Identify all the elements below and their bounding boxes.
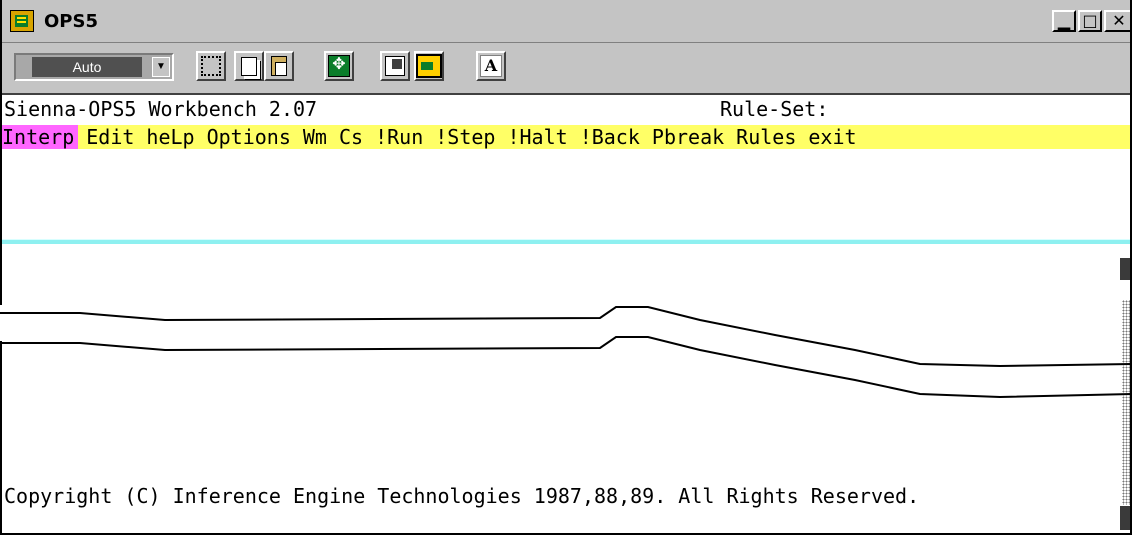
console-area[interactable]: Sienna-OPS5 Workbench 2.07 Rule-Set: Int…	[2, 95, 1130, 533]
font-icon: A	[480, 55, 502, 77]
title-bar[interactable]: OPS5 ▁ □ ✕	[2, 0, 1130, 43]
window-title: OPS5	[44, 11, 98, 32]
copyright-text: Copyright (C) Inference Engine Technolog…	[4, 484, 920, 508]
menu-halt[interactable]: !Halt	[507, 125, 567, 149]
divider	[2, 239, 1130, 244]
menu-edit[interactable]: Edit	[86, 125, 134, 149]
menu-help[interactable]: heLp	[146, 125, 194, 149]
menu-back[interactable]: !Back	[580, 125, 640, 149]
menu-rules[interactable]: Rules	[736, 125, 796, 149]
copy-button[interactable]	[234, 51, 264, 81]
menu-pbreak[interactable]: Pbreak	[652, 125, 724, 149]
scrollbar-track[interactable]	[1122, 300, 1130, 505]
scrollbar-thumb[interactable]	[1120, 258, 1130, 280]
scrollbar-end[interactable]	[1120, 506, 1130, 530]
menu-interp[interactable]: Interp	[2, 125, 79, 149]
menu-options[interactable]: Options	[207, 125, 291, 149]
properties-icon	[385, 56, 405, 76]
menu-cs[interactable]: Cs	[339, 125, 363, 149]
full-screen-icon	[328, 54, 350, 77]
menu-wm[interactable]: Wm	[303, 125, 327, 149]
font-size-select[interactable]: Auto ▼	[14, 53, 174, 81]
minimize-button[interactable]: ▁	[1052, 10, 1076, 32]
font-button[interactable]: A	[476, 51, 506, 81]
rule-set-label: Rule-Set:	[720, 97, 829, 121]
command-menu: Interp Edit heLp Options Wm Cs !Run !Step !Halt!…	[2, 125, 1130, 149]
cut-gap	[0, 305, 12, 341]
background-icon	[416, 54, 442, 78]
ops5-window: OPS5 ▁ □ ✕ Auto ▼ A Sienna-OPS5 Workbenc…	[0, 0, 1132, 535]
app-icon[interactable]	[10, 10, 34, 32]
paste-icon	[271, 56, 287, 76]
copy-icon	[241, 56, 257, 76]
font-size-value: Auto	[32, 57, 142, 77]
close-button[interactable]: ✕	[1104, 10, 1130, 32]
properties-button[interactable]	[380, 51, 410, 81]
toolbar: Auto ▼ A	[2, 43, 1130, 95]
mark-icon	[201, 56, 221, 76]
mark-button[interactable]	[196, 51, 226, 81]
menu-run[interactable]: !Run	[375, 125, 423, 149]
workbench-version: Sienna-OPS5 Workbench 2.07	[4, 97, 318, 121]
full-screen-button[interactable]	[324, 51, 354, 81]
menu-exit[interactable]: exit	[808, 125, 856, 149]
background-button[interactable]	[414, 51, 444, 81]
chevron-down-icon[interactable]: ▼	[152, 57, 170, 77]
maximize-button[interactable]: □	[1078, 10, 1102, 32]
menu-step[interactable]: !Step	[435, 125, 495, 149]
paste-button[interactable]	[264, 51, 294, 81]
